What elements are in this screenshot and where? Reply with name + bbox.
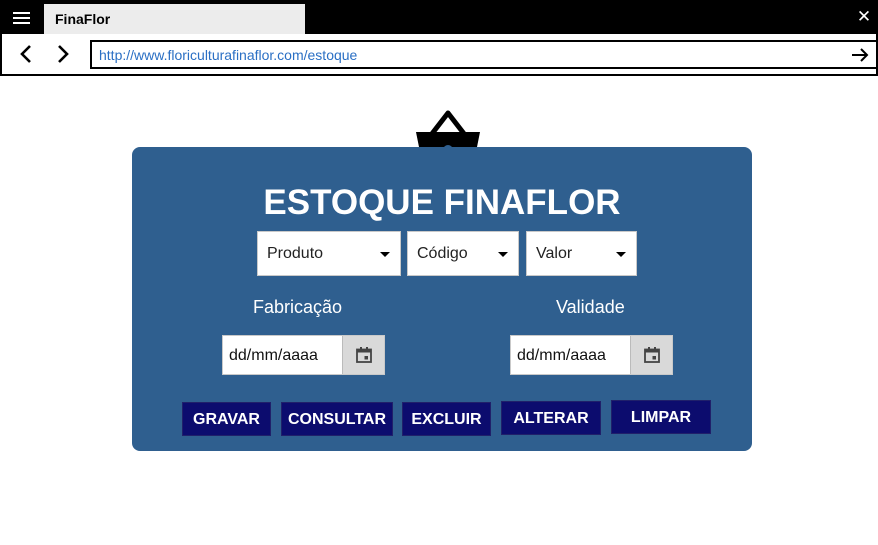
fabricacao-date-field[interactable]: dd/mm/aaaa <box>222 335 385 375</box>
validade-date-placeholder[interactable]: dd/mm/aaaa <box>517 347 606 365</box>
chevron-down-icon <box>380 252 390 257</box>
chevron-down-icon <box>616 252 626 257</box>
forward-arrow-icon[interactable] <box>52 42 74 66</box>
close-icon[interactable]: ✕ <box>854 6 874 28</box>
stock-form-panel: ESTOQUE FINAFLOR Produto Código Valor Fa… <box>132 147 752 451</box>
address-bar[interactable]: http://www.floriculturafinaflor.com/esto… <box>90 40 878 69</box>
gravar-button[interactable]: GRAVAR <box>182 402 271 436</box>
browser-title-bar: FinaFlor ✕ <box>0 0 878 34</box>
codigo-select-label: Código <box>417 245 468 262</box>
hamburger-menu-icon[interactable] <box>10 8 34 28</box>
codigo-select[interactable]: Código <box>407 231 519 276</box>
url-text[interactable]: http://www.floriculturafinaflor.com/esto… <box>99 47 357 63</box>
chevron-down-icon <box>498 252 508 257</box>
go-arrow-icon[interactable] <box>850 45 870 65</box>
back-arrow-icon[interactable] <box>16 42 38 66</box>
valor-select-label: Valor <box>536 245 573 262</box>
validade-date-field[interactable]: dd/mm/aaaa <box>510 335 673 375</box>
validade-label: Validade <box>556 297 625 317</box>
produto-select[interactable]: Produto <box>257 231 401 276</box>
calendar-icon[interactable] <box>342 336 384 374</box>
excluir-button[interactable]: EXCLUIR <box>402 402 491 436</box>
produto-select-label: Produto <box>267 245 324 262</box>
consultar-button[interactable]: CONSULTAR <box>281 402 393 436</box>
valor-select[interactable]: Valor <box>526 231 637 276</box>
calendar-icon[interactable] <box>630 336 672 374</box>
page-title: ESTOQUE FINAFLOR <box>263 183 621 222</box>
browser-nav-bar: http://www.floriculturafinaflor.com/esto… <box>0 34 878 76</box>
tab-title: FinaFlor <box>55 11 111 27</box>
alterar-button[interactable]: ALTERAR <box>501 401 601 435</box>
browser-tab[interactable]: FinaFlor <box>44 4 305 34</box>
fabricacao-date-placeholder[interactable]: dd/mm/aaaa <box>229 347 318 365</box>
fabricacao-label: Fabricação <box>253 297 343 317</box>
limpar-button[interactable]: LIMPAR <box>611 400 711 434</box>
